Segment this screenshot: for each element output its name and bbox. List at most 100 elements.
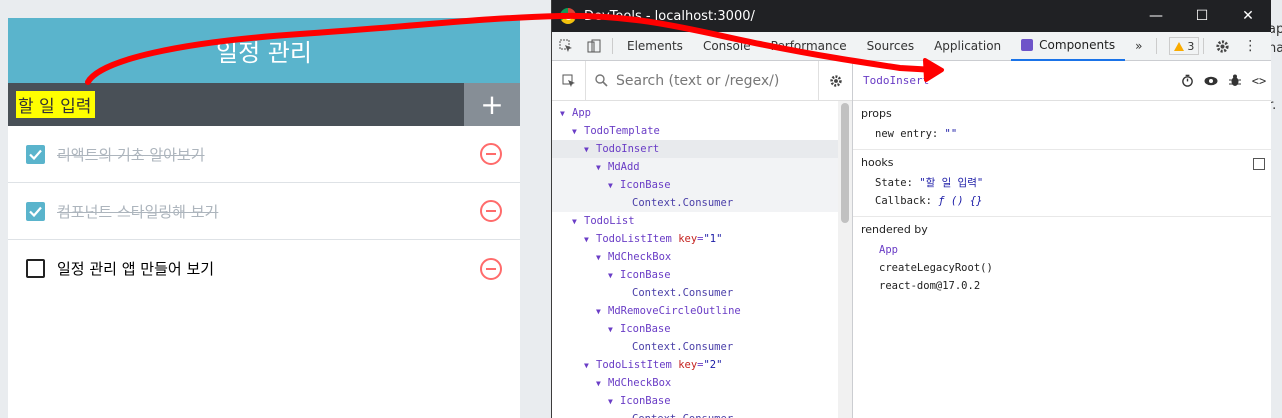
warnings-badge[interactable]: 3 [1169, 37, 1200, 55]
tree-node[interactable]: ▼ IconBase [552, 176, 852, 194]
component-name: MdCheckBox [608, 251, 672, 263]
todo-list-item[interactable]: 리액트의 기초 알아보기 [8, 126, 520, 183]
device-toolbar-icon[interactable] [580, 32, 608, 60]
component-name: IconBase [620, 395, 671, 407]
more-tabs-button[interactable]: » [1125, 32, 1152, 61]
tree-settings-gear-icon[interactable] [818, 60, 852, 101]
stopwatch-icon[interactable] [1175, 74, 1199, 87]
tab-performance[interactable]: Performance [761, 32, 857, 61]
tree-node[interactable]: ▼ TodoTemplate [552, 122, 852, 140]
expand-arrow-icon[interactable]: ▼ [596, 159, 608, 177]
remove-circle-icon[interactable] [480, 257, 502, 280]
hook-value[interactable]: "할 일 입력" [919, 177, 983, 189]
component-name: Context.Consumer [632, 287, 734, 299]
hook-row[interactable]: Callback: ƒ () {} [861, 192, 1263, 210]
expand-arrow-icon[interactable]: ▼ [584, 141, 596, 159]
hooks-section: hooks State: "할 일 입력" Callback: ƒ () {} [853, 150, 1271, 217]
warning-icon [1174, 41, 1185, 51]
maximize-button[interactable]: ☐ [1179, 8, 1225, 24]
component-name: MdCheckBox [608, 377, 672, 389]
settings-gear-icon[interactable] [1208, 32, 1236, 60]
tree-node[interactable]: ▼ MdRemoveCircleOutline [552, 302, 852, 320]
tab-components[interactable]: Components [1011, 32, 1126, 61]
expand-arrow-icon[interactable]: ▼ [596, 375, 608, 393]
todo-list: 리액트의 기초 알아보기 컴포넌트 스타일링해 보기일정 관리 앱 만들어 보기 [8, 126, 520, 297]
add-todo-button[interactable]: + [464, 83, 520, 126]
rendered-by-item[interactable]: App [861, 241, 1263, 259]
selected-component-name: TodoInsert [863, 74, 930, 87]
component-search-input[interactable]: Search (text or /regex/) [616, 73, 818, 89]
close-button[interactable]: ✕ [1225, 8, 1271, 24]
expand-arrow-icon[interactable]: ▼ [584, 357, 596, 375]
copy-icon[interactable] [1253, 158, 1265, 170]
component-name: MdAdd [608, 161, 640, 173]
minimize-button[interactable]: — [1133, 8, 1179, 24]
kebab-menu-icon[interactable]: ⋮ [1236, 32, 1264, 60]
unchecked-box-icon[interactable] [26, 259, 45, 278]
tree-node[interactable]: ▼ IconBase [552, 392, 852, 410]
hooks-title: hooks [861, 156, 894, 169]
component-name: TodoTemplate [584, 125, 660, 137]
key-value: "1" [703, 233, 723, 245]
checked-box-icon[interactable] [26, 144, 45, 164]
tree-node[interactable]: Context.Consumer [552, 338, 852, 356]
react-components-icon [1021, 39, 1034, 51]
tree-node[interactable]: ▼ TodoList [552, 212, 852, 230]
prop-row[interactable]: new entry: "" [861, 125, 1263, 143]
checked-box-icon[interactable] [26, 201, 45, 221]
component-name: TodoInsert [596, 143, 660, 155]
prop-value[interactable]: "" [945, 128, 958, 140]
tree-node[interactable]: Context.Consumer [552, 284, 852, 302]
tab-application[interactable]: Application [924, 32, 1011, 61]
todo-list-item[interactable]: 컴포넌트 스타일링해 보기 [8, 183, 520, 240]
tree-node[interactable]: ▼ IconBase [552, 266, 852, 284]
expand-arrow-icon[interactable]: ▼ [572, 123, 584, 141]
todo-template: 일정 관리 할 일 입력 + 리액트의 기초 알아보기 컴포넌트 스타일링해 보기… [8, 18, 520, 418]
component-name: IconBase [620, 179, 671, 191]
key-name: key [678, 359, 698, 371]
expand-arrow-icon[interactable]: ▼ [572, 213, 584, 231]
select-component-icon[interactable] [552, 60, 586, 101]
tab-console[interactable]: Console [693, 32, 761, 61]
expand-arrow-icon[interactable]: ▼ [608, 393, 620, 411]
tree-node[interactable]: Context.Consumer [552, 194, 852, 212]
tree-node[interactable]: ▼ IconBase [552, 320, 852, 338]
tab-elements[interactable]: Elements [617, 32, 693, 61]
hook-value[interactable]: ƒ () {} [938, 195, 982, 207]
component-name: TodoList [584, 215, 635, 227]
expand-arrow-icon[interactable]: ▼ [584, 231, 596, 249]
expand-arrow-icon[interactable]: ▼ [596, 303, 608, 321]
inspect-element-icon[interactable] [552, 32, 580, 60]
remove-circle-icon[interactable] [480, 200, 502, 222]
bug-icon[interactable] [1223, 74, 1247, 87]
tab-separator [1203, 38, 1205, 54]
todo-input[interactable]: 할 일 입력 [8, 83, 464, 126]
tab-sources[interactable]: Sources [857, 32, 924, 61]
tree-node[interactable]: ▼ App [552, 104, 852, 122]
expand-arrow-icon[interactable]: ▼ [608, 321, 620, 339]
tree-node[interactable]: ▼ MdCheckBox [552, 248, 852, 266]
tree-scrollbar[interactable] [838, 101, 852, 418]
hook-row[interactable]: State: "할 일 입력" [861, 174, 1263, 192]
expand-arrow-icon[interactable]: ▼ [596, 249, 608, 267]
tree-node[interactable]: Context.Consumer [552, 410, 852, 418]
tree-node[interactable]: ▼ TodoListItem key="2" [552, 356, 852, 374]
tree-node[interactable]: ▼ MdCheckBox [552, 374, 852, 392]
rendered-by-item: createLegacyRoot() [879, 262, 993, 274]
tree-node[interactable]: ▼ MdAdd [552, 158, 852, 176]
todo-text: 일정 관리 앱 만들어 보기 [57, 260, 215, 278]
tree-node[interactable]: ▼ TodoListItem key="1" [552, 230, 852, 248]
rendered-by-title: rendered by [861, 223, 928, 236]
search-icon [586, 74, 616, 87]
expand-arrow-icon[interactable]: ▼ [560, 105, 572, 123]
remove-circle-icon[interactable] [480, 143, 502, 165]
todo-list-item[interactable]: 일정 관리 앱 만들어 보기 [8, 240, 520, 297]
expand-arrow-icon[interactable]: ▼ [608, 267, 620, 285]
scrollbar-thumb[interactable] [841, 103, 849, 223]
eye-icon[interactable] [1199, 76, 1223, 86]
tree-node[interactable]: ▼ TodoInsert [552, 140, 852, 158]
screen: 일정 관리 할 일 입력 + 리액트의 기초 알아보기 컴포넌트 스타일링해 보기… [0, 0, 1282, 418]
expand-arrow-icon[interactable]: ▼ [608, 177, 620, 195]
view-source-icon[interactable]: <> [1247, 74, 1271, 88]
component-name: Context.Consumer [632, 341, 734, 353]
